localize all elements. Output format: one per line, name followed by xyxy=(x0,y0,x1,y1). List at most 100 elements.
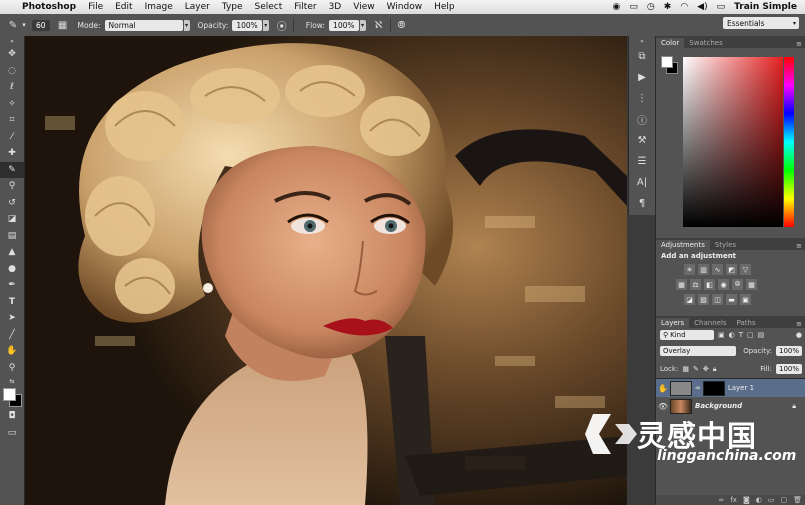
workspace-select[interactable]: Essentials ▾ xyxy=(723,17,799,29)
opacity-input[interactable]: 100% xyxy=(232,19,262,31)
wifi-icon[interactable]: ◠ xyxy=(680,2,688,12)
tab-swatches[interactable]: Swatches xyxy=(684,38,727,48)
menu-type[interactable]: Type xyxy=(222,2,243,12)
new-group-icon[interactable]: ▭ xyxy=(768,496,775,504)
menu-3d[interactable]: 3D xyxy=(329,2,342,12)
filter-adjustment-icon[interactable]: ◐ xyxy=(729,331,735,339)
quick-mask-icon[interactable]: ◘ xyxy=(0,408,24,425)
info-panel-icon[interactable]: ⓘ xyxy=(629,109,655,130)
new-layer-icon[interactable]: ▢ xyxy=(780,496,787,504)
creative-cloud-icon[interactable]: ◉ xyxy=(613,2,621,12)
curves-icon[interactable]: ∿ xyxy=(712,264,723,275)
flow-input[interactable]: 100% xyxy=(329,19,359,31)
menu-image[interactable]: Image xyxy=(145,2,173,12)
flow-dropdown-icon[interactable]: ▾ xyxy=(359,19,366,31)
menu-layer[interactable]: Layer xyxy=(185,2,210,12)
color-lookup-icon[interactable]: ▦ xyxy=(746,279,757,290)
pen-tool-icon[interactable]: ✒ xyxy=(0,277,24,294)
panel-menu-icon[interactable]: ≡ xyxy=(796,40,805,48)
brush-preset-icon[interactable]: ✎ xyxy=(6,18,20,32)
threshold-icon[interactable]: ◫ xyxy=(712,294,723,305)
quick-selection-tool-icon[interactable]: ✧ xyxy=(0,96,24,113)
tab-styles[interactable]: Styles xyxy=(710,240,741,250)
eyedropper-tool-icon[interactable]: ⁄ xyxy=(0,129,24,146)
selective-color-icon[interactable]: ▣ xyxy=(740,294,751,305)
fill-input[interactable]: 100% xyxy=(775,364,802,374)
bluetooth-icon[interactable]: ✱ xyxy=(664,2,672,12)
black-white-icon[interactable]: ◧ xyxy=(704,279,715,290)
brush-size-picker[interactable]: 60 xyxy=(32,19,50,31)
menu-file[interactable]: File xyxy=(88,2,103,12)
battery-icon[interactable]: ▭ xyxy=(717,2,726,12)
panel-collapse-icon[interactable]: « xyxy=(629,36,655,46)
tab-adjustments[interactable]: Adjustments xyxy=(656,240,710,250)
character-panel-icon[interactable]: A| xyxy=(629,172,655,193)
lock-position-icon[interactable]: ✥ xyxy=(703,365,709,373)
trash-icon[interactable]: 🗑︎ xyxy=(793,496,802,504)
mode-dropdown-icon[interactable]: ▾ xyxy=(183,19,190,31)
clone-stamp-tool-icon[interactable]: ⚲ xyxy=(0,178,24,195)
exposure-icon[interactable]: ◩ xyxy=(726,264,737,275)
eraser-tool-icon[interactable]: ◪ xyxy=(0,211,24,228)
filter-smart-object-icon[interactable]: ▤ xyxy=(758,331,765,339)
menu-view[interactable]: View xyxy=(353,2,374,12)
add-mask-icon[interactable]: ◙ xyxy=(743,496,750,504)
menu-edit[interactable]: Edit xyxy=(115,2,132,12)
lock-transparent-icon[interactable]: ▦ xyxy=(682,365,689,373)
panel-collapse-icon[interactable]: » xyxy=(0,36,24,46)
document-canvas[interactable] xyxy=(25,36,627,505)
app-menu[interactable]: Photoshop xyxy=(22,2,76,12)
panel-menu-icon[interactable]: ≡ xyxy=(796,320,805,328)
menu-user[interactable]: Train Simple xyxy=(734,2,797,12)
line-tool-icon[interactable]: ╱ xyxy=(0,327,24,344)
crop-tool-icon[interactable]: ⌗ xyxy=(0,112,24,129)
airplay-icon[interactable]: ▭ xyxy=(629,2,638,12)
menu-filter[interactable]: Filter xyxy=(294,2,316,12)
new-adjustment-icon[interactable]: ◐ xyxy=(756,496,762,504)
foreground-color-swatch[interactable] xyxy=(3,388,16,401)
airbrush-icon[interactable]: ℵ xyxy=(372,18,386,32)
visibility-icon[interactable]: ✋ xyxy=(656,384,670,393)
path-selection-tool-icon[interactable]: ➤ xyxy=(0,310,24,327)
color-balance-icon[interactable]: ⚖ xyxy=(690,279,701,290)
brush-presets-icon[interactable]: ⋮ xyxy=(629,88,655,109)
hand-tool-icon[interactable]: ✋ xyxy=(0,343,24,360)
filter-toggle[interactable]: ● xyxy=(796,331,802,339)
marquee-tool-icon[interactable]: ◌ xyxy=(0,63,24,80)
chevron-down-icon[interactable]: ▾ xyxy=(20,18,28,32)
link-layers-icon[interactable]: ∞ xyxy=(719,496,725,504)
mode-select[interactable]: Normal xyxy=(104,19,183,31)
brush-tool-icon[interactable]: ✎ xyxy=(0,161,24,178)
panel-menu-icon[interactable]: ≡ xyxy=(796,242,805,250)
filter-shape-icon[interactable]: ▢ xyxy=(747,331,754,339)
vibrance-icon[interactable]: ▽ xyxy=(740,264,751,275)
history-brush-tool-icon[interactable]: ↺ xyxy=(0,195,24,212)
channel-mixer-icon[interactable]: ⦾ xyxy=(732,279,743,290)
blend-mode-select[interactable]: Overlay xyxy=(660,346,736,356)
screen-mode-icon[interactable]: ▭ xyxy=(0,425,24,442)
gradient-tool-icon[interactable]: ▤ xyxy=(0,228,24,245)
swap-colors-icon[interactable]: ⇆ xyxy=(0,376,24,386)
menu-select[interactable]: Select xyxy=(255,2,283,12)
brightness-contrast-icon[interactable]: ☀ xyxy=(684,264,695,275)
volume-icon[interactable]: ◀) xyxy=(697,2,707,12)
lock-image-icon[interactable]: ✎ xyxy=(693,365,699,373)
pressure-opacity-icon[interactable]: ⦿ xyxy=(275,18,289,33)
blur-tool-icon[interactable]: ▲ xyxy=(0,244,24,261)
photo-filter-icon[interactable]: ◉ xyxy=(718,279,729,290)
paragraph-panel-icon[interactable]: ¶ xyxy=(629,193,655,214)
dodge-tool-icon[interactable]: ● xyxy=(0,261,24,278)
hue-slider[interactable] xyxy=(784,57,794,227)
layer-opacity-input[interactable]: 100% xyxy=(775,346,802,356)
posterize-icon[interactable]: ▨ xyxy=(698,294,709,305)
healing-brush-tool-icon[interactable]: ✚ xyxy=(0,145,24,162)
filter-pixel-icon[interactable]: ▣ xyxy=(718,331,725,339)
zoom-tool-icon[interactable]: ⚲ xyxy=(0,360,24,377)
tab-paths[interactable]: Paths xyxy=(732,318,761,328)
properties-panel-icon[interactable]: ☰ xyxy=(629,151,655,172)
hue-saturation-icon[interactable]: ▦ xyxy=(676,279,687,290)
tool-presets-icon[interactable]: ⚒ xyxy=(629,130,655,151)
type-tool-icon[interactable]: T xyxy=(0,294,24,311)
layer-style-icon[interactable]: fx xyxy=(730,496,737,504)
lasso-tool-icon[interactable]: ℓ xyxy=(0,79,24,96)
